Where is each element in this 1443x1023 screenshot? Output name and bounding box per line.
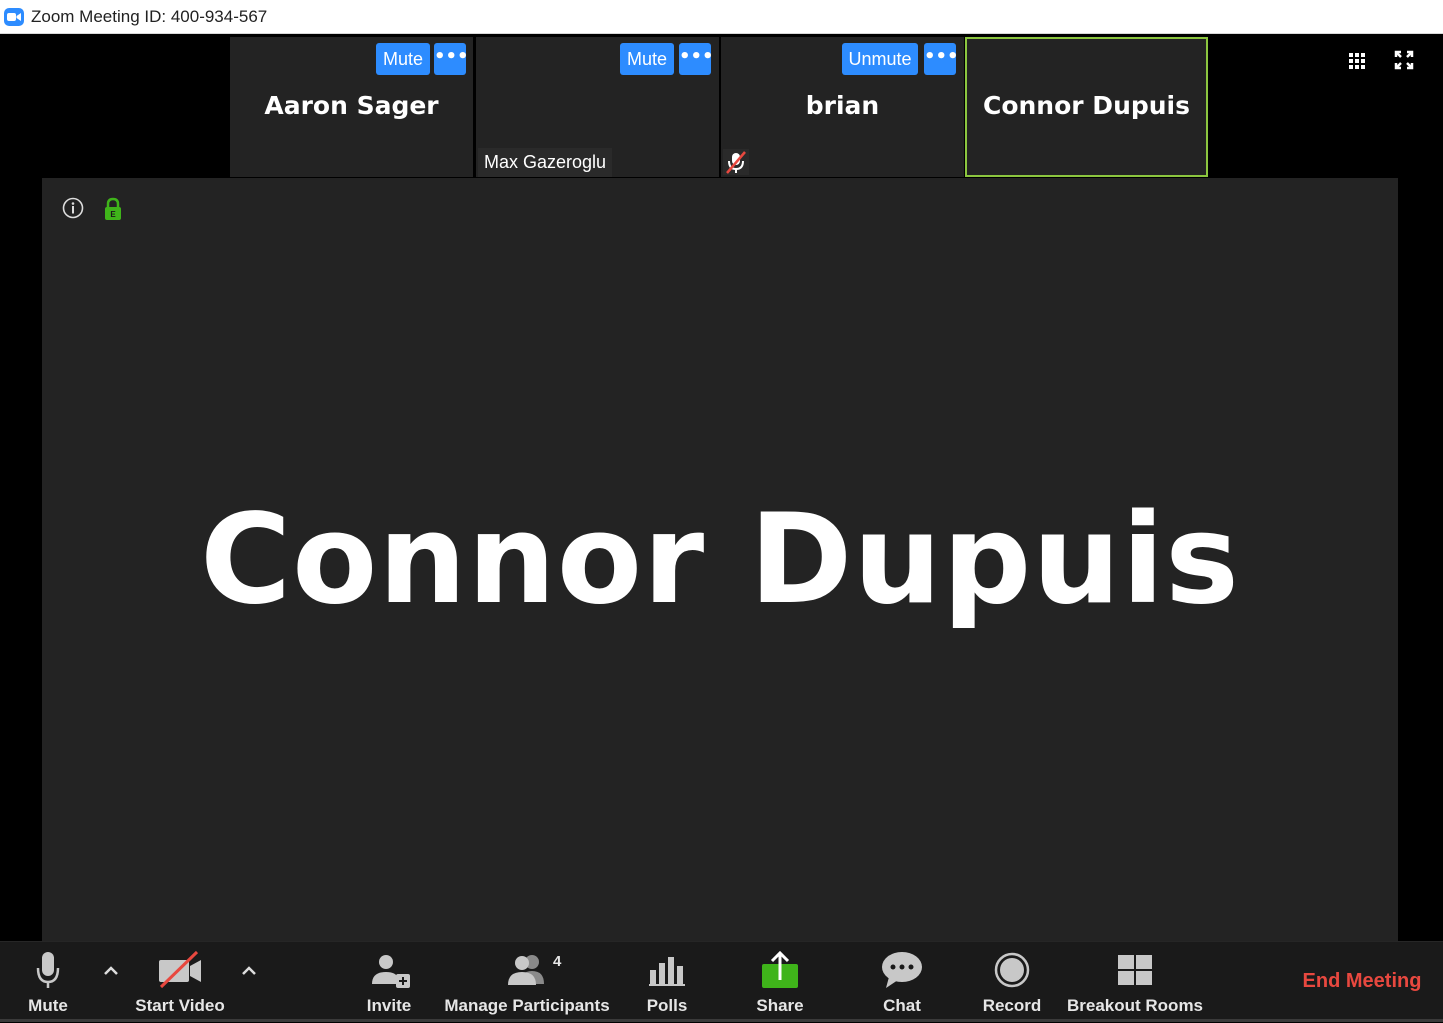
start-video-label: Start Video — [135, 996, 225, 1015]
participant-name: brian — [805, 91, 880, 120]
participant-tile-connor[interactable]: Connor Dupuis — [965, 37, 1208, 177]
video-stage: Mute ••• Aaron Sager Mute ••• Max Gazero… — [0, 34, 1443, 941]
active-speaker-video: E Connor Dupuis — [42, 178, 1398, 941]
manage-participants-label: Manage Participants — [444, 996, 610, 1015]
svg-text:E: E — [110, 210, 116, 219]
participants-icon — [504, 950, 550, 994]
more-options-button[interactable]: ••• — [924, 43, 959, 75]
breakout-rooms-icon — [1115, 950, 1155, 994]
end-meeting-button[interactable]: End Meeting — [1296, 970, 1428, 993]
fullscreen-icon[interactable] — [1393, 49, 1415, 71]
video-options-chevron-up-icon[interactable] — [239, 961, 259, 981]
microphone-icon — [34, 950, 62, 994]
meeting-toolbar: Mute Start Video Invite 4 Manage Partici… — [0, 941, 1443, 1022]
chat-bubble-icon — [880, 950, 924, 994]
mute-participant-button[interactable]: Mute — [376, 43, 430, 75]
participant-tile-brian[interactable]: Unmute ••• brian — [721, 37, 964, 177]
start-video-button[interactable]: Start Video — [128, 942, 232, 1023]
more-options-button[interactable]: ••• — [434, 43, 469, 75]
window-title: Zoom Meeting ID: 400-934-567 — [31, 7, 268, 26]
grid-icon[interactable] — [1346, 49, 1368, 71]
share-screen-button[interactable]: Share — [748, 942, 812, 1023]
active-speaker-name: Connor Dupuis — [200, 488, 1240, 632]
lock-icon[interactable]: E — [103, 197, 123, 221]
share-screen-icon — [759, 950, 801, 994]
zoom-camera-icon — [4, 8, 24, 26]
more-options-button[interactable]: ••• — [679, 43, 714, 75]
chat-label: Chat — [883, 996, 921, 1015]
participant-tile-max[interactable]: Mute ••• Max Gazeroglu — [476, 37, 719, 177]
mute-button[interactable]: Mute — [12, 942, 84, 1023]
invite-label: Invite — [366, 996, 412, 1015]
participant-strip: Mute ••• Aaron Sager Mute ••• Max Gazero… — [230, 37, 1210, 177]
share-label: Share — [756, 996, 804, 1015]
record-button[interactable]: Record — [978, 942, 1046, 1023]
breakout-rooms-label: Breakout Rooms — [1066, 996, 1204, 1015]
title-bar: Zoom Meeting ID: 400-934-567 — [0, 0, 1443, 34]
audio-options-chevron-up-icon[interactable] — [101, 961, 121, 981]
invite-button[interactable]: Invite — [356, 942, 422, 1023]
record-icon — [992, 950, 1032, 994]
participant-name-tag: Max Gazeroglu — [478, 148, 613, 177]
info-icon[interactable] — [62, 197, 84, 219]
bar-chart-icon — [647, 950, 687, 994]
polls-label: Polls — [646, 996, 688, 1015]
mute-participant-button[interactable]: Mute — [620, 43, 674, 75]
chat-button[interactable]: Chat — [872, 942, 932, 1023]
participant-name: Aaron Sager — [264, 91, 439, 120]
mute-label: Mute — [28, 996, 68, 1015]
manage-participants-button[interactable]: 4 Manage Participants — [440, 942, 614, 1023]
breakout-rooms-button[interactable]: Breakout Rooms — [1064, 942, 1206, 1023]
participant-name: Connor Dupuis — [982, 91, 1191, 120]
record-label: Record — [982, 996, 1042, 1015]
polls-button[interactable]: Polls — [636, 942, 698, 1023]
muted-mic-icon — [723, 149, 749, 175]
add-user-icon — [366, 950, 412, 994]
video-off-icon — [157, 950, 203, 994]
unmute-participant-button[interactable]: Unmute — [842, 43, 918, 75]
participant-tile-aaron[interactable]: Mute ••• Aaron Sager — [230, 37, 473, 177]
participant-count-badge: 4 — [553, 953, 562, 970]
